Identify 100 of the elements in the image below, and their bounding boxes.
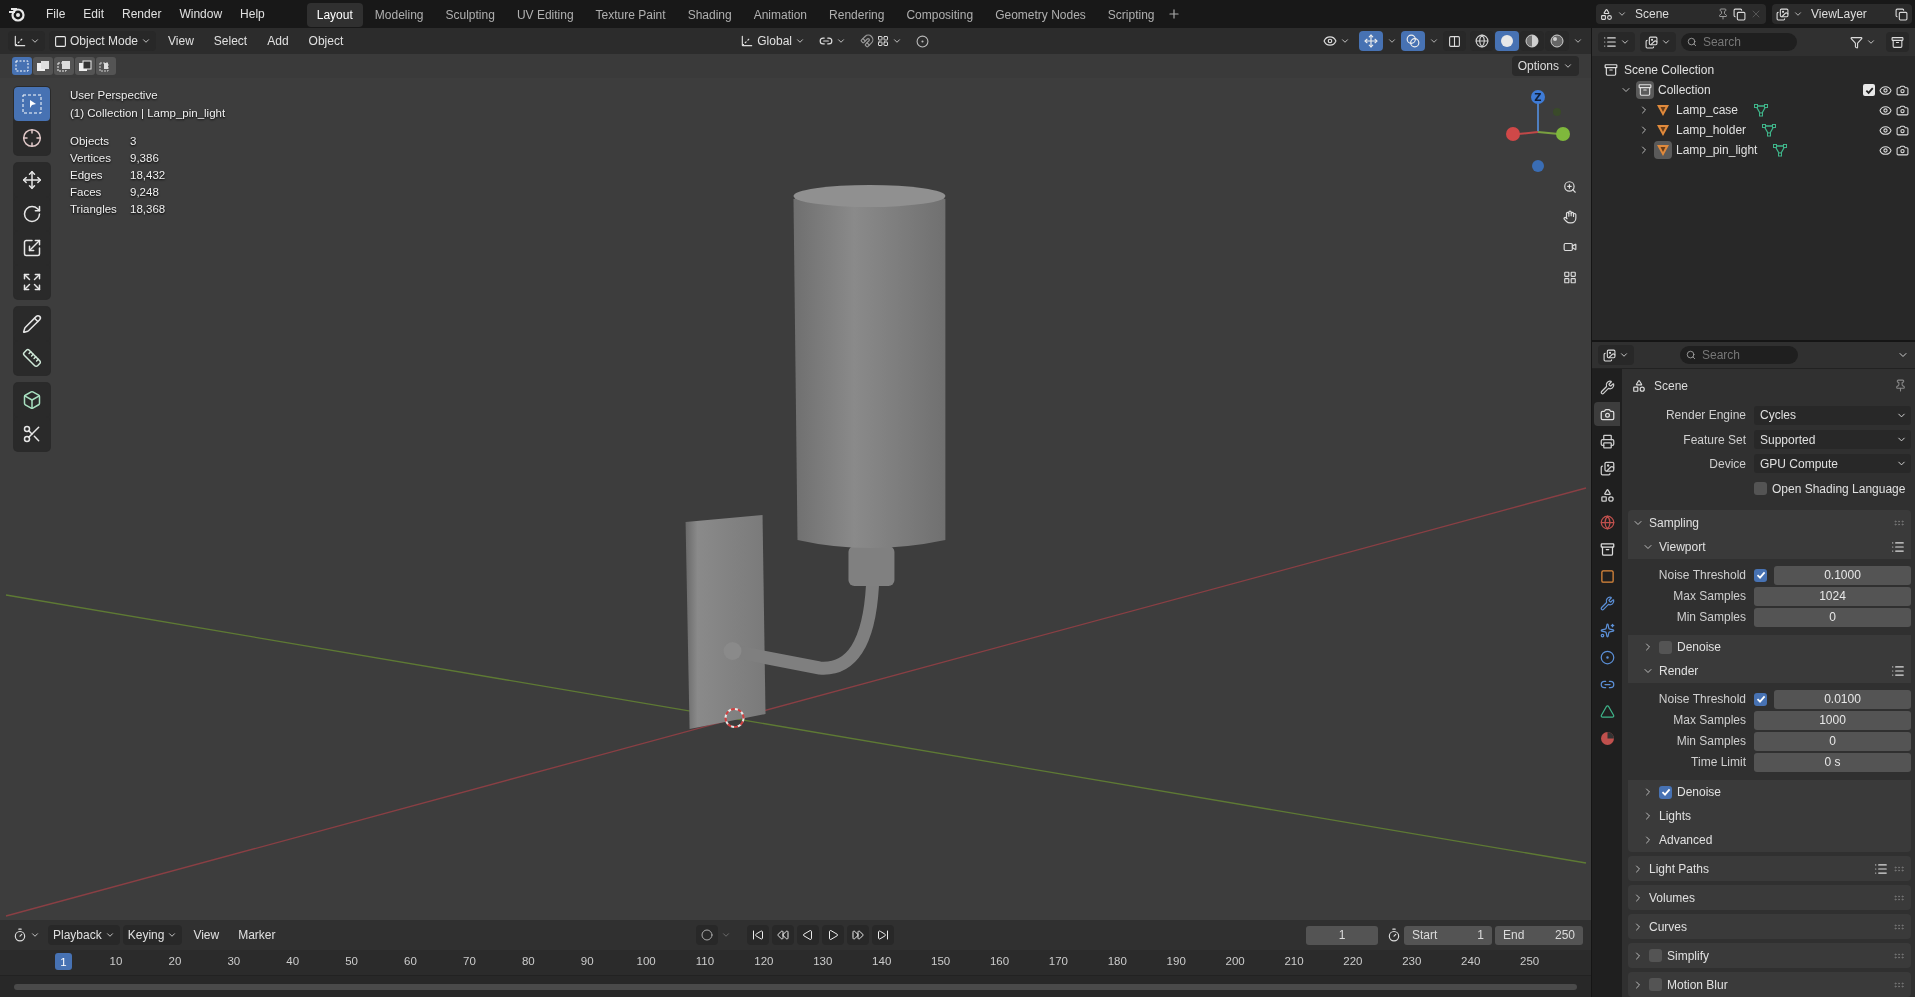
next-keyframe-button[interactable] xyxy=(846,925,869,945)
workspace-tab[interactable]: Sculpting xyxy=(435,3,505,27)
dropdown[interactable]: Supported xyxy=(1754,430,1911,450)
camera-icon[interactable] xyxy=(1896,83,1909,97)
workspace-tab[interactable]: Shading xyxy=(677,3,742,27)
menu-item[interactable]: File xyxy=(38,4,74,24)
auto-keying-button[interactable] xyxy=(695,925,718,945)
menu-item[interactable]: View xyxy=(160,31,202,51)
panel-title[interactable]: Light Paths xyxy=(1649,861,1710,876)
app-logo-icon[interactable] xyxy=(8,6,26,22)
number-field[interactable]: 1000 xyxy=(1754,710,1911,730)
mode-dropdown[interactable]: Object Mode xyxy=(49,31,157,51)
start-frame-field[interactable]: Start 1 xyxy=(1404,925,1492,945)
presets-list-icon[interactable] xyxy=(1874,861,1888,876)
panel-title[interactable]: Viewport xyxy=(1659,540,1706,554)
presets-list-icon[interactable] xyxy=(1891,540,1905,554)
workspace-tab[interactable]: Geometry Nodes xyxy=(985,3,1096,27)
stopwatch-icon[interactable] xyxy=(1387,928,1401,942)
eye-icon[interactable] xyxy=(1879,143,1892,157)
panel-title[interactable]: Render xyxy=(1659,664,1699,678)
editor-type-button[interactable] xyxy=(1598,32,1635,52)
outliner-item-name[interactable]: Lamp_pin_light xyxy=(1676,143,1758,157)
shading-button[interactable] xyxy=(1470,31,1494,51)
menu-item[interactable]: Add xyxy=(259,31,297,51)
outliner-item-icon-frame[interactable] xyxy=(1602,61,1620,79)
menu-item[interactable]: Help xyxy=(232,4,273,24)
play-button[interactable] xyxy=(821,925,844,945)
shading-button[interactable] xyxy=(1545,31,1569,51)
editor-type-button[interactable] xyxy=(8,31,45,51)
number-field[interactable]: 0.0100 xyxy=(1774,689,1911,709)
menu-item[interactable]: Select xyxy=(205,31,256,51)
number-field[interactable]: 0.1000 xyxy=(1774,565,1911,585)
menu-item[interactable]: Marker xyxy=(230,925,284,945)
search-input[interactable]: Search xyxy=(1699,347,1792,363)
display-mode-button[interactable] xyxy=(1640,32,1676,52)
jump-end-button[interactable] xyxy=(871,925,894,945)
number-field[interactable]: 0 xyxy=(1754,607,1911,627)
menu-item[interactable]: Object xyxy=(300,31,352,51)
select-mode-button[interactable] xyxy=(96,57,116,75)
panel-title[interactable]: Curves xyxy=(1649,919,1687,934)
outliner-item-name[interactable]: Lamp_case xyxy=(1676,103,1739,117)
current-frame-field[interactable]: 1 xyxy=(1306,925,1378,945)
outliner-item-icon-frame[interactable] xyxy=(1636,81,1654,99)
shading-button[interactable] xyxy=(1495,31,1519,51)
panel-title[interactable]: Denoise xyxy=(1677,785,1722,799)
exclude-checkbox[interactable] xyxy=(1863,84,1875,96)
select-mode-button[interactable] xyxy=(54,57,74,75)
checkbox[interactable] xyxy=(1754,692,1767,706)
checkbox[interactable] xyxy=(1754,482,1767,496)
eye-icon[interactable] xyxy=(1879,103,1892,117)
workspace-tab[interactable]: Scripting xyxy=(1097,3,1165,27)
workspace-tab[interactable]: Layout xyxy=(306,3,363,27)
jump-start-button[interactable] xyxy=(746,925,769,945)
menu-item[interactable]: Edit xyxy=(75,4,113,24)
panel-title[interactable]: Advanced xyxy=(1659,833,1713,847)
number-field[interactable]: 1024 xyxy=(1754,586,1911,606)
checkbox[interactable] xyxy=(1754,568,1767,582)
search-field[interactable]: Search xyxy=(1680,346,1798,364)
workspace-tab[interactable]: Texture Paint xyxy=(585,3,676,27)
xray-toggle[interactable] xyxy=(1443,31,1466,51)
shading-button[interactable] xyxy=(1520,31,1544,51)
menu-item[interactable]: View xyxy=(185,925,228,945)
orientation-dropdown[interactable]: Global xyxy=(735,31,810,51)
workspace-tab[interactable]: Rendering xyxy=(819,3,895,27)
outliner-item-name[interactable]: Scene Collection xyxy=(1624,63,1715,77)
number-field[interactable]: 0 s xyxy=(1754,752,1911,772)
select-mode-button[interactable] xyxy=(75,57,95,75)
camera-icon[interactable] xyxy=(1896,103,1909,117)
axis-gizmo-drawing[interactable] xyxy=(1506,90,1570,172)
menu-dropdown[interactable]: Keying xyxy=(122,925,183,945)
camera-icon[interactable] xyxy=(1896,123,1909,137)
workspace-tab[interactable]: Compositing xyxy=(896,3,984,27)
play-reverse-button[interactable] xyxy=(796,925,819,945)
checkbox[interactable] xyxy=(1649,949,1662,962)
view-layer-selector[interactable]: ViewLayer xyxy=(1772,4,1912,24)
scene-selector[interactable]: Scene xyxy=(1596,4,1766,24)
previous-keyframe-button[interactable] xyxy=(771,925,794,945)
properties-tab[interactable] xyxy=(1594,402,1620,426)
pin-icon[interactable] xyxy=(1894,379,1907,393)
workspace-tab[interactable]: Animation xyxy=(743,3,818,27)
add-workspace-icon[interactable] xyxy=(1166,7,1181,21)
panel-title[interactable]: Volumes xyxy=(1649,890,1696,905)
checkbox[interactable] xyxy=(1659,785,1672,799)
dropdown[interactable]: GPU Compute xyxy=(1754,454,1911,474)
presets-list-icon[interactable] xyxy=(1891,664,1905,678)
camera-icon[interactable] xyxy=(1896,143,1909,157)
menu-item[interactable]: Window xyxy=(171,4,231,24)
dropdown[interactable]: Cycles xyxy=(1754,405,1911,425)
end-frame-field[interactable]: End 250 xyxy=(1495,925,1583,945)
workspace-tab[interactable]: Modeling xyxy=(364,3,434,27)
current-frame-marker[interactable]: 1 xyxy=(55,953,72,970)
eye-icon[interactable] xyxy=(1879,123,1892,137)
number-field[interactable]: 0 xyxy=(1754,731,1911,751)
editor-type-button[interactable] xyxy=(1598,345,1634,365)
panel-title[interactable]: Lights xyxy=(1659,809,1692,823)
menu-item[interactable]: Render xyxy=(114,4,170,24)
checkbox[interactable] xyxy=(1649,978,1662,991)
outliner-item-name[interactable]: Lamp_holder xyxy=(1676,123,1747,137)
outliner-item-name[interactable]: Collection xyxy=(1658,83,1711,97)
panel-title[interactable]: Simplify xyxy=(1667,948,1709,963)
